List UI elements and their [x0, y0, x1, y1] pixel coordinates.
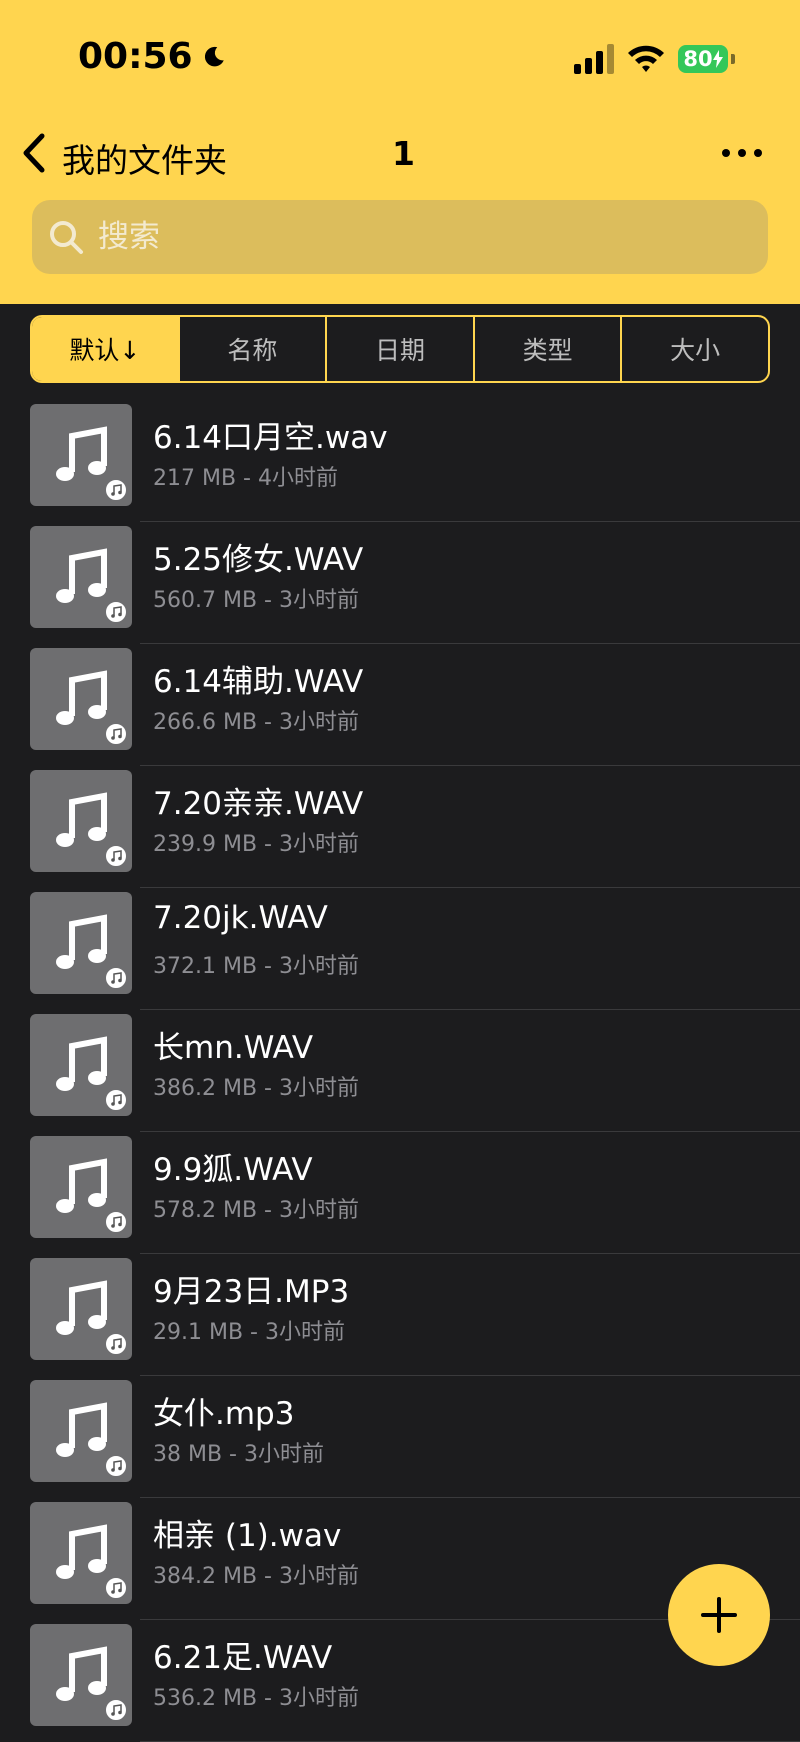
file-row[interactable]: 9.9狐.WAV 578.2 MB - 3小时前 [0, 1132, 800, 1254]
file-thumbnail [30, 892, 132, 994]
battery-level: 80 [683, 47, 713, 71]
file-name: 9.9狐.WAV [153, 1152, 313, 1188]
audio-badge-icon [104, 1332, 128, 1356]
file-row[interactable]: 9月23日.MP3 29.1 MB - 3小时前 [0, 1254, 800, 1376]
file-thumbnail [30, 648, 132, 750]
tab-size[interactable]: 大小 [622, 317, 768, 381]
music-note-icon [56, 1646, 107, 1701]
audio-badge-icon [104, 844, 128, 868]
audio-badge-icon [104, 966, 128, 990]
file-name: 9月23日.MP3 [153, 1274, 350, 1310]
moon-icon [204, 46, 224, 66]
header: 00:56 80 我的文件夹 1 [0, 0, 800, 304]
audio-badge-icon [104, 1088, 128, 1112]
music-note-icon [56, 426, 107, 481]
file-row[interactable]: 长mn.WAV 386.2 MB - 3小时前 [0, 1010, 800, 1132]
file-meta: 536.2 MB - 3小时前 [153, 1686, 359, 1711]
plus-icon [701, 1597, 737, 1633]
music-note-icon [56, 1402, 107, 1457]
search-input[interactable] [98, 219, 738, 255]
tab-type[interactable]: 类型 [475, 317, 623, 381]
audio-badge-icon [104, 722, 128, 746]
time-text: 00:56 [78, 36, 193, 77]
file-name: 7.20亲亲.WAV [153, 786, 364, 822]
folder-item-count: 1 [392, 134, 415, 173]
file-thumbnail [30, 526, 132, 628]
audio-badge-icon [104, 478, 128, 502]
file-name: 6.14辅助.WAV [153, 664, 364, 700]
music-note-icon [56, 670, 107, 725]
file-row[interactable]: 7.20jk.WAV 372.1 MB - 3小时前 [0, 888, 800, 1010]
file-list: 6.14口月空.wav 217 MB - 4小时前 5.25修女.WAV 560… [0, 400, 800, 1742]
file-row[interactable]: 6.14口月空.wav 217 MB - 4小时前 [0, 400, 800, 522]
music-note-icon [56, 548, 107, 603]
file-thumbnail [30, 404, 132, 506]
music-note-icon [56, 1524, 107, 1579]
file-name: 长mn.WAV [153, 1030, 314, 1066]
file-row[interactable]: 5.25修女.WAV 560.7 MB - 3小时前 [0, 522, 800, 644]
file-thumbnail [30, 1014, 132, 1116]
file-meta: 560.7 MB - 3小时前 [153, 588, 359, 613]
back-chevron-icon[interactable] [14, 128, 54, 178]
folder-title[interactable]: 我的文件夹 [62, 134, 227, 182]
file-name: 7.20jk.WAV [153, 900, 328, 936]
file-thumbnail [30, 1624, 132, 1726]
file-meta: 217 MB - 4小时前 [153, 466, 338, 491]
audio-badge-icon [104, 1454, 128, 1478]
file-thumbnail [30, 770, 132, 872]
file-thumbnail [30, 1380, 132, 1482]
file-name: 5.25修女.WAV [153, 542, 364, 578]
battery-cap [731, 54, 735, 64]
file-name: 6.14口月空.wav [153, 420, 388, 456]
file-thumbnail [30, 1258, 132, 1360]
battery-indicator: 80 [678, 45, 728, 73]
status-time: 00:56 [78, 36, 227, 77]
tab-name[interactable]: 名称 [180, 317, 328, 381]
wifi-icon [628, 45, 664, 72]
tab-default[interactable]: 默认↓ [32, 317, 180, 381]
search-bar[interactable] [32, 200, 768, 274]
file-thumbnail [30, 1136, 132, 1238]
file-thumbnail [30, 1502, 132, 1604]
file-meta: 384.2 MB - 3小时前 [153, 1564, 359, 1589]
search-icon [50, 221, 83, 254]
sort-tabs: 默认↓ 名称 日期 类型 大小 [30, 315, 770, 383]
signal-icon [574, 44, 614, 74]
music-note-icon [56, 1158, 107, 1213]
music-note-icon [56, 1280, 107, 1335]
file-meta: 29.1 MB - 3小时前 [153, 1320, 345, 1345]
file-meta: 372.1 MB - 3小时前 [153, 954, 359, 979]
file-meta: 38 MB - 3小时前 [153, 1442, 324, 1467]
charging-bolt-icon [712, 50, 723, 68]
music-note-icon [56, 914, 107, 969]
more-options-icon[interactable] [718, 138, 766, 168]
music-note-icon [56, 792, 107, 847]
file-row[interactable]: 女仆.mp3 38 MB - 3小时前 [0, 1376, 800, 1498]
audio-badge-icon [104, 1576, 128, 1600]
file-row[interactable]: 6.14辅助.WAV 266.6 MB - 3小时前 [0, 644, 800, 766]
file-row[interactable]: 7.20亲亲.WAV 239.9 MB - 3小时前 [0, 766, 800, 888]
audio-badge-icon [104, 600, 128, 624]
file-meta: 578.2 MB - 3小时前 [153, 1198, 359, 1223]
file-name: 6.21足.WAV [153, 1640, 333, 1676]
audio-badge-icon [104, 1698, 128, 1722]
file-name: 女仆.mp3 [153, 1396, 295, 1432]
file-meta: 239.9 MB - 3小时前 [153, 832, 359, 857]
add-button[interactable] [668, 1564, 770, 1666]
file-meta: 386.2 MB - 3小时前 [153, 1076, 359, 1101]
file-name: 相亲 (1).wav [153, 1518, 342, 1554]
file-meta: 266.6 MB - 3小时前 [153, 710, 359, 735]
music-note-icon [56, 1036, 107, 1091]
tab-date[interactable]: 日期 [327, 317, 475, 381]
audio-badge-icon [104, 1210, 128, 1234]
